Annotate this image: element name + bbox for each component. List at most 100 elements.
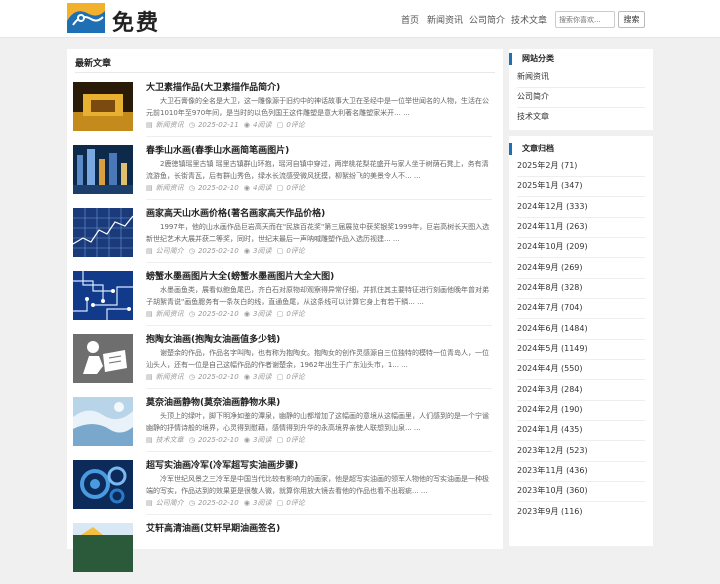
archive-item[interactable]: 2024年6月 (1484): [517, 323, 588, 334]
archive-item[interactable]: 2024年8月 (328): [517, 282, 583, 293]
article-title[interactable]: 艾轩高清油画(艾轩早期油画签名): [146, 521, 280, 534]
archive-item[interactable]: 2025年1月 (347): [517, 180, 583, 191]
sidebar-item-tech[interactable]: 技术文章: [517, 111, 549, 122]
archive-item[interactable]: 2024年9月 (269): [517, 262, 583, 273]
article-views: 4阅读: [253, 121, 272, 129]
sidebar-item-news[interactable]: 新闻资讯: [517, 71, 549, 82]
article-date: 2025-02-10: [197, 373, 239, 381]
divider: [146, 451, 492, 452]
article-comments: 0评论: [286, 247, 305, 255]
article-item: 春季山水画(春季山水画简笔画图片) 2鹿徳镇瑶里古镇 瑶里古镇群山环抱，瑶河自镇…: [67, 143, 503, 206]
article-excerpt: 冷军世纪风景之三冷军是中国当代比较有影响力的画家，他是超写实油画的领军人物他的写…: [146, 475, 489, 495]
article-comments: 0评论: [286, 121, 305, 129]
eye-icon: ◉: [243, 247, 250, 255]
archive-item[interactable]: 2024年11月 (263): [517, 221, 588, 232]
article-item: 超写实油画冷军(冷军超写实油画步骤) 冷军世纪风景之三冷军是中国当代比较有影响力…: [67, 458, 503, 521]
article-thumbnail[interactable]: [73, 523, 133, 572]
article-title[interactable]: 螃蟹水墨画图片大全(螃蟹水墨画图片大全大图): [146, 269, 334, 282]
article-category[interactable]: 公司简介: [156, 247, 184, 255]
divider: [517, 461, 645, 462]
article-excerpt: 水墨画鱼类，展看似鲍鱼尾巴，齐白石对原物却观察得异常仔细，并抓住其主要特征进行刻…: [146, 286, 489, 306]
article-thumbnail[interactable]: [73, 334, 133, 383]
article-item: 艾轩高清油画(艾轩早期油画签名): [67, 521, 503, 584]
article-item: 大卫素描作品(大卫素描作品简介) 大卫石膏像的全名是大卫，这一雕像源于旧约中的神…: [67, 80, 503, 143]
article-excerpt: 2鹿徳镇瑶里古镇 瑶里古镇群山环抱，瑶河自镇中穿过，两岸桃花梨花盛开与家人坐于树…: [146, 160, 489, 180]
sidebar-item-about[interactable]: 公司简介: [517, 91, 549, 102]
archive-item[interactable]: 2023年9月 (116): [517, 506, 583, 517]
article-title[interactable]: 春季山水画(春季山水画简笔画图片): [146, 143, 289, 156]
article-title[interactable]: 抱陶女油画(抱陶女油画值多少钱): [146, 332, 280, 345]
article-item: 莫奈油画静物(莫奈油画静物水果) 头顶上的绿叶，脚下明净如鉴的潭泉，幽静的山都增…: [67, 395, 503, 458]
category-icon: ▤: [146, 499, 153, 507]
archive-item[interactable]: 2023年10月 (360): [517, 485, 588, 496]
category-icon: ▤: [146, 436, 153, 444]
article-title[interactable]: 超写实油画冷军(冷军超写实油画步骤): [146, 458, 298, 471]
comment-icon: ▢: [276, 310, 284, 318]
article-comments: 0评论: [286, 184, 305, 192]
eye-icon: ◉: [243, 184, 250, 192]
sidebar-categories-title: 网站分类: [509, 53, 554, 65]
article-views: 3阅读: [253, 310, 272, 318]
article-thumbnail[interactable]: [73, 145, 133, 194]
article-item: 螃蟹水墨画图片大全(螃蟹水墨画图片大全大图) 水墨画鱼类，展看似鲍鱼尾巴，齐白石…: [67, 269, 503, 332]
article-category[interactable]: 公司简介: [156, 499, 184, 507]
search-input[interactable]: [555, 11, 615, 28]
divider: [75, 72, 495, 73]
divider: [517, 107, 645, 108]
site-logo[interactable]: [67, 3, 105, 33]
divider: [517, 440, 645, 441]
article-meta: ▤ 公司简介 ◷ 2025-02-10 ◉ 3阅读 ▢ 0评论: [146, 498, 308, 508]
article-comments: 0评论: [286, 310, 305, 318]
article-excerpt: 头顶上的绿叶，脚下明净如鉴的潭泉，幽静的山都增加了这幅画的意境从这幅画里，人们感…: [146, 412, 489, 432]
article-thumbnail[interactable]: [73, 460, 133, 509]
article-thumbnail[interactable]: [73, 208, 133, 257]
article-title[interactable]: 莫奈油画静物(莫奈油画静物水果): [146, 395, 280, 408]
article-meta: ▤ 公司简介 ◷ 2025-02-10 ◉ 3阅读 ▢ 0评论: [146, 246, 308, 256]
archive-item[interactable]: 2024年2月 (190): [517, 404, 583, 415]
article-comments: 0评论: [286, 499, 305, 507]
nav-tech[interactable]: 技术文章: [511, 13, 547, 26]
archive-item[interactable]: 2023年12月 (523): [517, 445, 588, 456]
archive-item[interactable]: 2024年3月 (284): [517, 384, 583, 395]
article-thumbnail[interactable]: [73, 271, 133, 320]
comment-icon: ▢: [276, 184, 284, 192]
article-views: 3阅读: [253, 499, 272, 507]
archive-item[interactable]: 2024年4月 (550): [517, 363, 583, 374]
archive-item[interactable]: 2024年10月 (209): [517, 241, 588, 252]
article-meta: ▤ 新闻资讯 ◷ 2025-02-10 ◉ 3阅读 ▢ 0评论: [146, 372, 308, 382]
nav-news[interactable]: 新闻资讯: [427, 13, 463, 26]
article-title[interactable]: 大卫素描作品(大卫素描作品简介): [146, 80, 280, 93]
nav-home[interactable]: 首页: [401, 13, 419, 26]
eye-icon: ◉: [243, 373, 250, 381]
divider: [146, 325, 492, 326]
article-category[interactable]: 新闻资讯: [156, 184, 184, 192]
main-content: 最新文章 大卫素描作品(大卫素描作品简介) 大卫石膏像的全名是大卫，这一雕像源于…: [67, 49, 503, 572]
article-category[interactable]: 技术文章: [156, 436, 184, 444]
category-icon: ▤: [146, 184, 153, 192]
article-category[interactable]: 新闻资讯: [156, 310, 184, 318]
site-name[interactable]: 免费: [112, 5, 160, 37]
article-category[interactable]: 新闻资讯: [156, 373, 184, 381]
archive-item[interactable]: 2024年1月 (435): [517, 424, 583, 435]
divider: [517, 217, 645, 218]
divider: [517, 318, 645, 319]
eye-icon: ◉: [243, 310, 250, 318]
article-thumbnail[interactable]: [73, 82, 133, 131]
comment-icon: ▢: [276, 499, 284, 507]
search-button[interactable]: 搜索: [618, 11, 645, 28]
article-views: 3阅读: [253, 373, 272, 381]
article-thumbnail[interactable]: [73, 397, 133, 446]
article-meta: ▤ 新闻资讯 ◷ 2025-02-10 ◉ 3阅读 ▢ 0评论: [146, 309, 308, 319]
archive-item[interactable]: 2025年2月 (71): [517, 160, 577, 171]
divider: [517, 359, 645, 360]
nav-about[interactable]: 公司简介: [469, 13, 505, 26]
divider: [146, 388, 492, 389]
article-title[interactable]: 画家高天山水画价格(著名画家高天作品价格): [146, 206, 325, 219]
archive-item[interactable]: 2024年7月 (704): [517, 302, 583, 313]
archive-item[interactable]: 2023年11月 (436): [517, 465, 588, 476]
category-icon: ▤: [146, 121, 153, 129]
archive-item[interactable]: 2024年5月 (1149): [517, 343, 588, 354]
archive-item[interactable]: 2024年12月 (333): [517, 201, 588, 212]
article-category[interactable]: 新闻资讯: [156, 121, 184, 129]
article-date: 2025-02-10: [197, 247, 239, 255]
